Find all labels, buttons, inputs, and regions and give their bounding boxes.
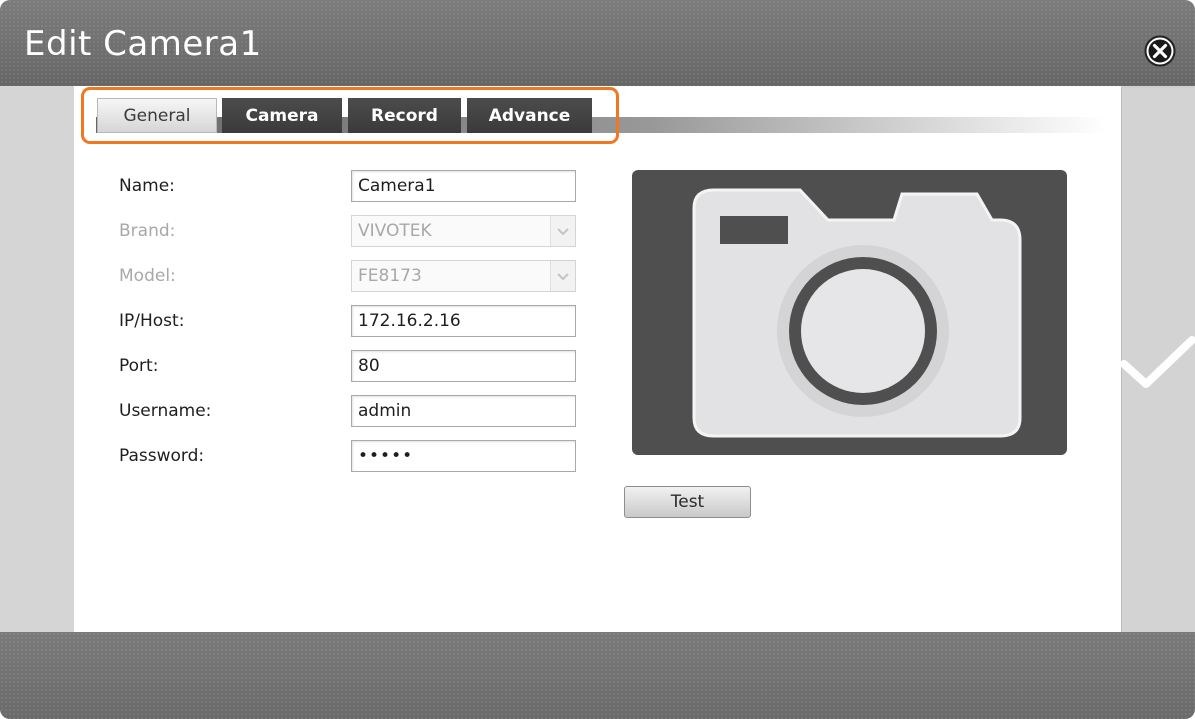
password-field[interactable] — [351, 440, 576, 472]
test-button-label: Test — [670, 492, 705, 512]
close-button[interactable] — [1143, 34, 1177, 68]
port-field[interactable] — [351, 350, 576, 382]
model-dropdown-arrow — [550, 261, 575, 291]
camera-preview — [632, 170, 1067, 455]
name-field[interactable] — [351, 170, 576, 202]
chevron-down-icon — [557, 273, 569, 281]
password-label: Password: — [119, 446, 205, 466]
edit-camera-dialog: Edit Camera1 General Camera Record Advan… — [0, 0, 1195, 719]
tabs-highlight-box — [81, 87, 619, 144]
model-value: FE8173 — [358, 266, 422, 286]
username-field[interactable] — [351, 395, 576, 427]
title-bar: Edit Camera1 — [0, 0, 1195, 86]
camera-icon — [692, 188, 1022, 438]
username-label: Username: — [119, 401, 212, 421]
chevron-down-icon — [557, 228, 569, 236]
ip-label: IP/Host: — [119, 311, 185, 331]
brand-value: VIVOTEK — [358, 221, 432, 241]
brand-select[interactable]: VIVOTEK — [351, 215, 576, 247]
brand-dropdown-arrow — [550, 216, 575, 246]
brand-label: Brand: — [119, 221, 176, 241]
test-button[interactable]: Test — [624, 486, 751, 518]
bottom-bar — [0, 632, 1195, 719]
name-label: Name: — [119, 176, 175, 196]
ip-field[interactable] — [351, 305, 576, 337]
model-label: Model: — [119, 266, 176, 286]
left-panel — [0, 86, 74, 632]
dialog-title: Edit Camera1 — [24, 24, 262, 64]
confirm-button[interactable] — [1120, 330, 1195, 394]
model-select[interactable]: FE8173 — [351, 260, 576, 292]
checkmark-icon — [1120, 336, 1195, 388]
port-label: Port: — [119, 356, 159, 376]
close-icon — [1144, 35, 1176, 67]
